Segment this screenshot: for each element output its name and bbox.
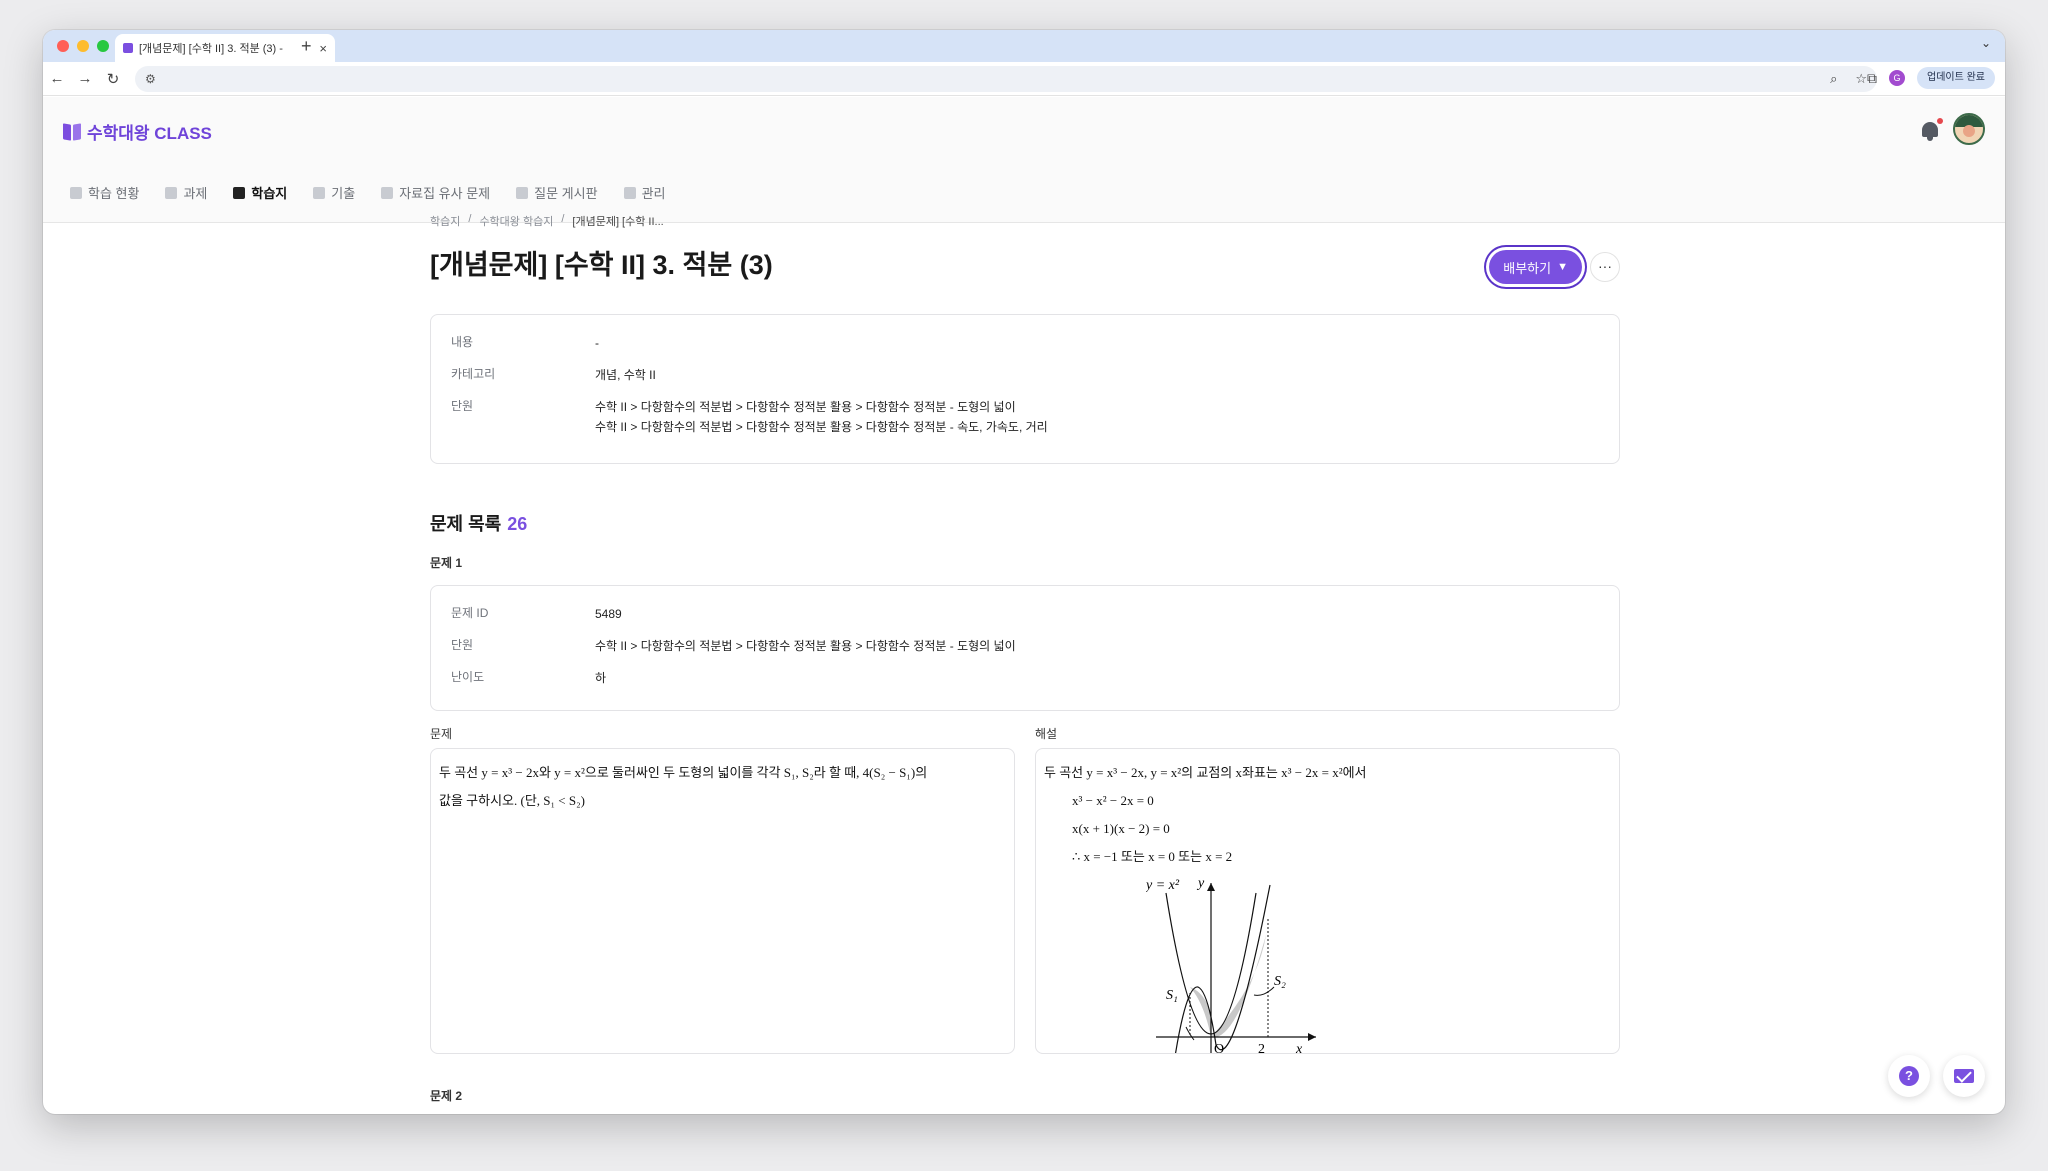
- forward-icon[interactable]: →: [71, 70, 99, 87]
- tab-strip: [개념문제] [수학 II] 3. 적분 (3) - × + ⌄: [43, 30, 2005, 62]
- problem-count: 26: [507, 514, 528, 534]
- problem-1-columns: 문제 두 곡선 y = x³ − 2x와 y = x²으로 둘러싸인 두 도형의…: [430, 725, 1620, 1054]
- page-title: [개념문제] [수학 II] 3. 적분 (3): [430, 250, 773, 280]
- problem-2-label: 문제 2: [430, 1089, 463, 1103]
- new-tab-icon[interactable]: +: [301, 35, 312, 57]
- gear-icon: [623, 186, 636, 199]
- zoom-icon[interactable]: ⌕: [1830, 71, 1837, 87]
- nav-item-question-board[interactable]: 질문 게시판: [516, 183, 598, 202]
- more-options-button[interactable]: ···: [1590, 252, 1620, 282]
- window-controls: [57, 40, 109, 52]
- graph-origin-label: O: [1214, 1042, 1224, 1054]
- graph-s2-label: S₂: [1274, 974, 1286, 989]
- mail-icon: [1954, 1069, 1974, 1083]
- info-row-problem-id: 문제 ID 5489: [451, 606, 622, 621]
- notification-bell-icon[interactable]: [1919, 118, 1943, 143]
- help-button[interactable]: ?: [1888, 1055, 1930, 1097]
- user-avatar[interactable]: [1953, 113, 1985, 145]
- bookmark-star-icon[interactable]: ☆: [1855, 71, 1867, 87]
- maximize-window-button[interactable]: [97, 40, 109, 52]
- minimize-window-button[interactable]: [77, 40, 89, 52]
- tab-search-icon[interactable]: ⌄: [1981, 36, 1991, 50]
- document-icon: [165, 186, 178, 199]
- question-icon: ?: [1899, 1066, 1919, 1086]
- book-icon: [63, 124, 81, 140]
- question-column: 문제 두 곡선 y = x³ − 2x와 y = x²으로 둘러싸인 두 도형의…: [430, 725, 1015, 1054]
- info-row-content: 내용 -: [451, 335, 599, 350]
- update-button[interactable]: 업데이트 완료: [1917, 67, 1995, 89]
- info-row-unit: 단원 수학 II > 다항함수의 적분법 > 다항함수 정적분 활용 > 다항함…: [451, 399, 1048, 434]
- browser-toolbar: ← → ↻ ⚙ ⌕ ☆ ⧉ G 업데이트 완료: [43, 62, 2005, 96]
- tab-title: [개념문제] [수학 II] 3. 적분 (3) -: [139, 43, 283, 55]
- chat-icon: [516, 186, 529, 199]
- close-tab-icon[interactable]: ×: [319, 41, 327, 56]
- address-bar[interactable]: ⚙ ⌕ ☆: [135, 66, 1877, 92]
- graph-x-label: x: [1295, 1042, 1303, 1054]
- solution-label: 해설: [1035, 727, 1058, 741]
- info-row-difficulty: 난이도 하: [451, 670, 607, 685]
- notification-dot: [1937, 118, 1943, 124]
- stack-icon: [313, 186, 326, 199]
- main-content: 학습지 / 수학대왕 학습지 / [개념문제] [수학 II... [개념문제]…: [430, 213, 1620, 1054]
- app-header: 수학대왕 CLASS 학습 현황 과제 학습지 기출 자료집 유사 문제 질문 …: [43, 97, 2005, 223]
- nav-item-worksheet[interactable]: 학습지: [233, 183, 287, 202]
- breadcrumb-item[interactable]: 수학대왕 학습지: [479, 213, 553, 229]
- solution-box: 두 곡선 y = x³ − 2x, y = x²의 교점의 x좌표는 x³ − …: [1035, 748, 1620, 1054]
- info-row-problem-unit: 단원 수학 II > 다항함수의 적분법 > 다항함수 정적분 활용 > 다항함…: [451, 638, 1016, 653]
- close-window-button[interactable]: [57, 40, 69, 52]
- breadcrumb: 학습지 / 수학대왕 학습지 / [개념문제] [수학 II...: [430, 213, 664, 229]
- breadcrumb-item[interactable]: 학습지: [430, 213, 460, 229]
- info-row-category: 카테고리 개념, 수학 II: [451, 367, 656, 382]
- browser-window: [개념문제] [수학 II] 3. 적분 (3) - × + ⌄ ← → ↻ ⚙…: [43, 30, 2005, 1114]
- problem-1-label: 문제 1: [430, 556, 463, 570]
- note-icon: [233, 186, 246, 199]
- problem-list-title: 문제 목록 26: [430, 514, 528, 534]
- worksheet-info-card: 내용 - 카테고리 개념, 수학 II 단원 수학 II > 다항함수의 적분법…: [430, 314, 1620, 464]
- graph-s1-label: S₁: [1166, 988, 1178, 1003]
- back-icon[interactable]: ←: [43, 70, 71, 87]
- favicon-icon: [123, 43, 133, 53]
- chevron-down-icon: ▼: [1557, 261, 1568, 273]
- graph-two-label: 2: [1258, 1042, 1265, 1054]
- logo-text: 수학대왕 CLASS: [87, 124, 212, 143]
- solution-graph: y = x² y x S₁ S₂ O 2 −1: [1146, 876, 1316, 1054]
- nav-item-learning-status[interactable]: 학습 현황: [70, 183, 139, 202]
- graduation-icon: [70, 186, 82, 199]
- solution-column: 해설 두 곡선 y = x³ − 2x, y = x²의 교점의 x좌표는 x³…: [1035, 725, 1620, 1054]
- extensions-icon[interactable]: ⧉: [1867, 70, 1877, 87]
- message-button[interactable]: [1943, 1055, 1985, 1097]
- nav-item-past-exams[interactable]: 기출: [313, 183, 355, 202]
- nav-item-admin[interactable]: 관리: [623, 183, 665, 202]
- app-logo[interactable]: 수학대왕 CLASS: [63, 119, 212, 144]
- question-label: 문제: [430, 727, 453, 741]
- main-navigation: 학습 현황 과제 학습지 기출 자료집 유사 문제 질문 게시판 관리: [70, 183, 665, 202]
- question-box: 두 곡선 y = x³ − 2x와 y = x²으로 둘러싸인 두 도형의 넓이…: [430, 748, 1015, 1054]
- nav-item-similar-problems[interactable]: 자료집 유사 문제: [381, 183, 490, 202]
- site-settings-icon[interactable]: ⚙: [145, 72, 156, 86]
- profile-avatar[interactable]: G: [1889, 70, 1906, 86]
- reload-icon[interactable]: ↻: [99, 70, 127, 88]
- deploy-button[interactable]: 배부하기 ▼: [1489, 250, 1582, 284]
- folder-icon: [381, 186, 394, 199]
- breadcrumb-current: [개념문제] [수학 II...: [572, 216, 664, 228]
- nav-item-assignment[interactable]: 과제: [165, 183, 207, 202]
- graph-curve-label: y = x²: [1146, 878, 1180, 893]
- problem-1-meta-card: 문제 ID 5489 단원 수학 II > 다항함수의 적분법 > 다항함수 정…: [430, 585, 1620, 711]
- graph-y-label: y: [1196, 876, 1205, 891]
